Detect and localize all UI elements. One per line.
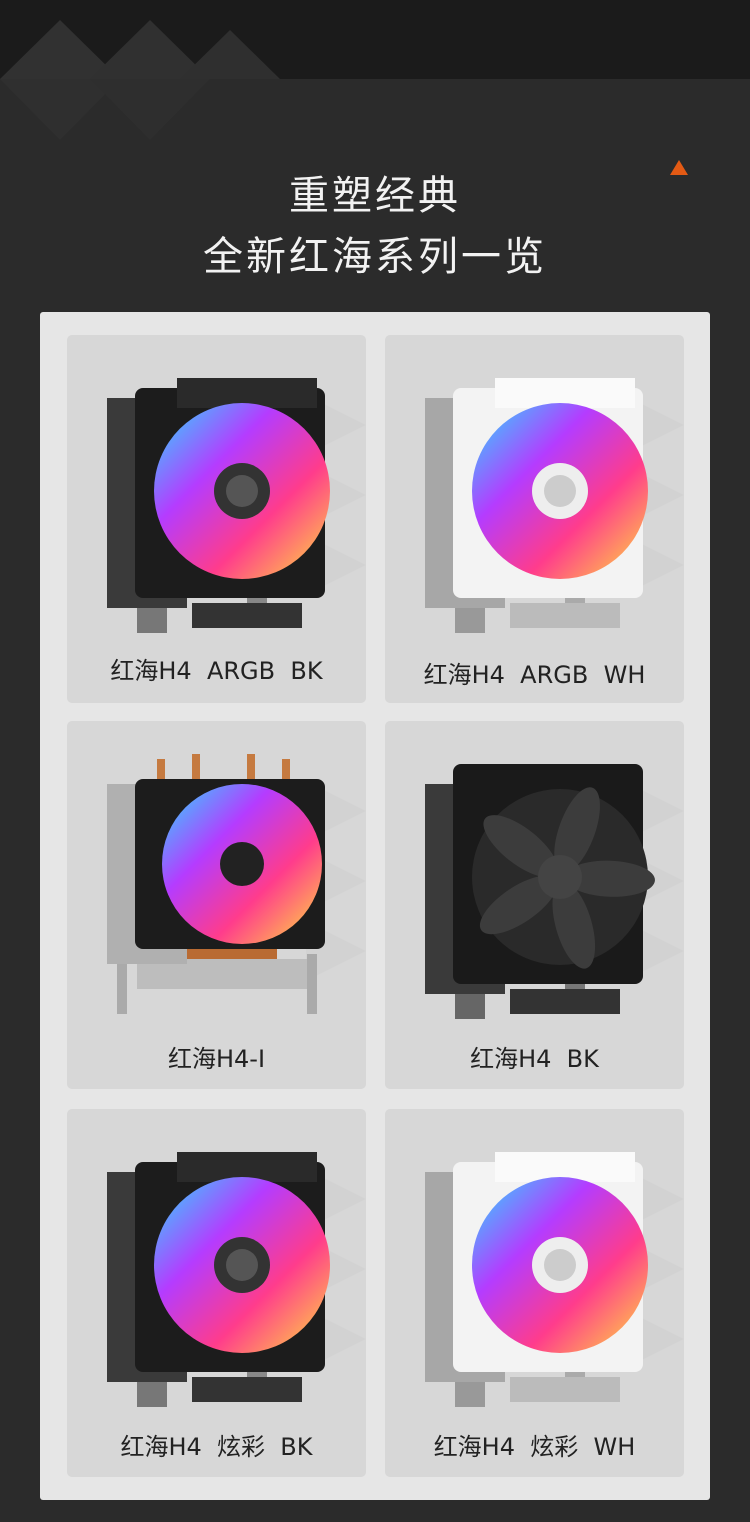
product-card[interactable]: 红海H4 BK [385,721,684,1089]
cooler-argb-white-image [425,1152,648,1407]
cooler-copper-argb-image [107,754,325,1014]
cooler-argb-black-image [107,378,330,633]
product-card[interactable]: 红海H4 ARGB WH [385,335,684,703]
cooler-argb-black-image [107,1152,330,1407]
heading-line-1: 重塑经典 [289,173,461,219]
product-card[interactable]: 红海H4-I [67,721,366,1089]
heading-line-2: 全新红海系列一览 [203,234,547,280]
cooler-plain-black-image [425,764,655,1019]
product-name: 红海H4 炫彩 WH [433,1433,636,1461]
accent-triangle-icon [670,160,688,175]
product-card[interactable]: 红海H4 ARGB BK [67,335,366,703]
product-name: 红海H4 炫彩 BK [120,1433,313,1461]
product-name: 红海H4-I [167,1045,266,1073]
product-card[interactable]: 红海H4 炫彩 WH [385,1109,684,1477]
product-name: 红海H4 ARGB BK [110,657,323,685]
cooler-argb-white-image [425,378,648,633]
product-card[interactable]: 红海H4 炫彩 BK [67,1109,366,1477]
product-name: 红海H4 ARGB WH [423,661,646,689]
product-name: 红海H4 BK [470,1045,599,1073]
product-panel: 红海H4 ARGB BK 红海H4 ARGB WH 红海H4-I 红海H4 BK… [40,312,710,1500]
